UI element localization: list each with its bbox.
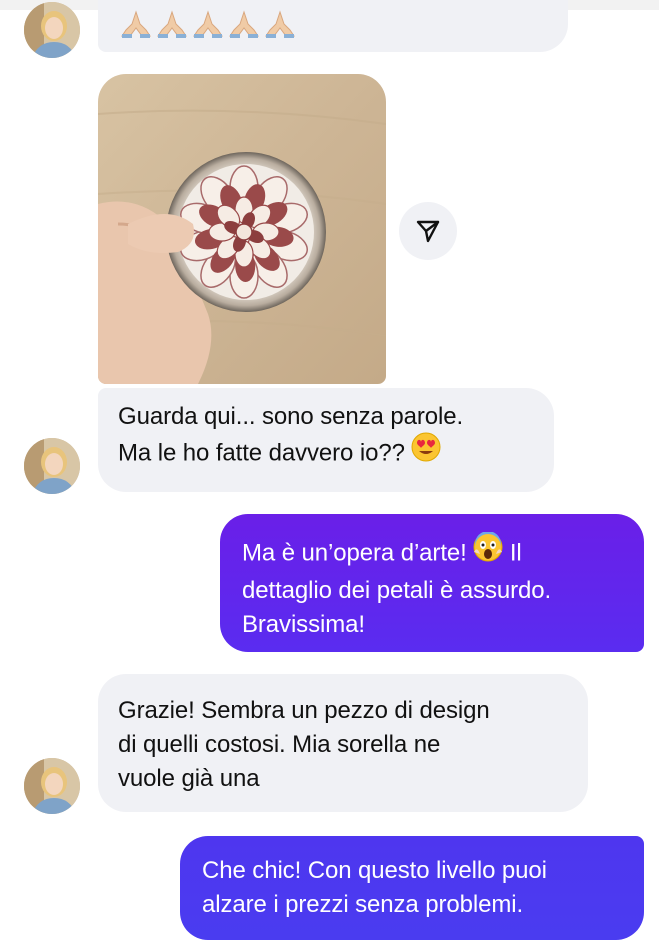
folded-hands-emoji bbox=[118, 10, 154, 46]
message-text-line: dettaglio dei petali è assurdo. bbox=[242, 577, 552, 604]
folded-hands-emoji bbox=[154, 10, 190, 46]
photo-message[interactable] bbox=[98, 74, 386, 384]
message-text-line: Grazie! Sembra un pezzo di design bbox=[118, 697, 490, 724]
message-bubble-outgoing[interactable]: Che chic! Con questo livello puoi alzare… bbox=[180, 836, 644, 940]
folded-hands-emoji bbox=[226, 10, 262, 46]
message-bubble-emoji[interactable] bbox=[98, 0, 568, 52]
message-text-line: Bravissima! bbox=[242, 611, 365, 638]
message-text-line: Guarda qui... sono senza parole. bbox=[118, 403, 464, 430]
message-bubble-incoming[interactable]: Guarda qui... sono senza parole. Ma le h… bbox=[98, 388, 554, 492]
avatar-photo-icon bbox=[24, 438, 80, 494]
photo-flower-candle-in-glass-icon bbox=[98, 74, 386, 384]
message-text-line: Ma è un’opera d’arte! Il bbox=[242, 531, 622, 574]
avatar-photo-icon bbox=[24, 2, 80, 58]
message-text-line: Che chic! Con questo livello puoi bbox=[202, 857, 547, 884]
screaming-face-emoji bbox=[473, 531, 503, 572]
message-bubble-incoming[interactable]: Grazie! Sembra un pezzo di design di que… bbox=[98, 674, 588, 812]
message-text-line: alzare i prezzi senza problemi. bbox=[202, 891, 524, 918]
message-bubble-outgoing[interactable]: Ma è un’opera d’arte! Il dettaglio dei p… bbox=[220, 514, 644, 652]
heart-eyes-emoji bbox=[411, 432, 441, 472]
contact-avatar[interactable] bbox=[24, 2, 80, 58]
contact-avatar[interactable] bbox=[24, 438, 80, 494]
message-text-line: vuole già una bbox=[118, 765, 260, 792]
folded-hands-emoji-row bbox=[118, 10, 298, 40]
folded-hands-emoji bbox=[190, 10, 226, 46]
avatar-photo-icon bbox=[24, 758, 80, 814]
message-text-line: di quelli costosi. Mia sorella ne bbox=[118, 731, 441, 758]
folded-hands-emoji bbox=[262, 10, 298, 46]
send-share-icon bbox=[416, 220, 440, 243]
message-text-line: Ma le ho fatte davvero io?? bbox=[118, 432, 534, 474]
contact-avatar[interactable] bbox=[24, 758, 80, 814]
share-button[interactable] bbox=[399, 202, 457, 260]
